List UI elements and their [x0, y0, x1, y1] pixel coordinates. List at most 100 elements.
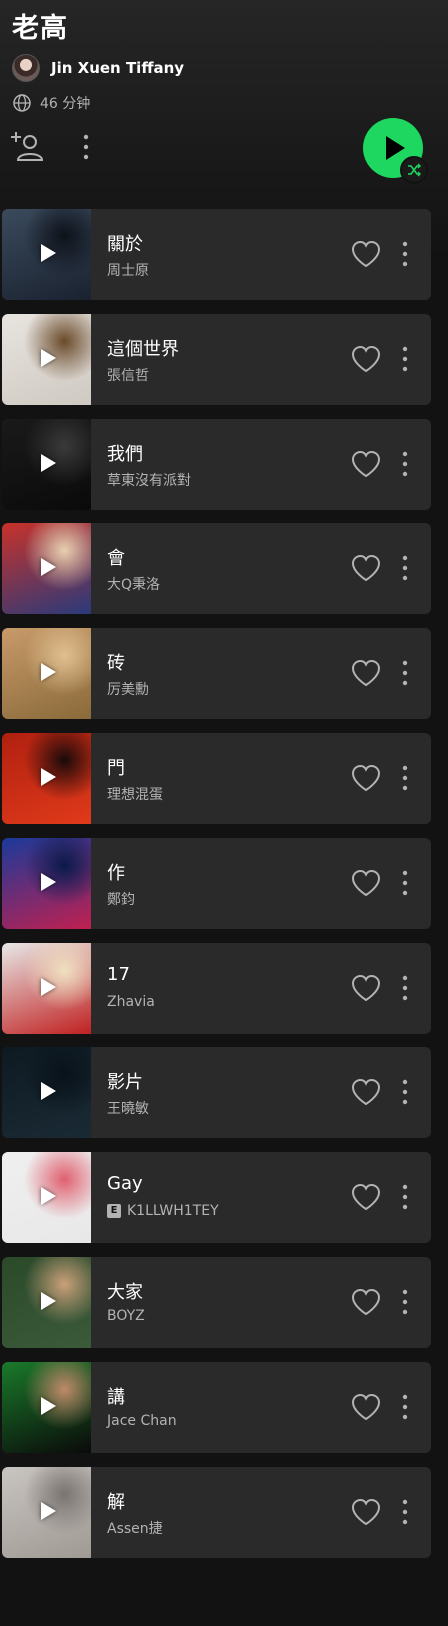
track-row[interactable]: 影片 王曉敏	[2, 1047, 431, 1138]
heart-icon	[351, 1498, 381, 1526]
album-cover[interactable]	[2, 1467, 91, 1558]
play-icon[interactable]	[41, 244, 56, 262]
track-row[interactable]: 門理想混蛋	[2, 733, 431, 824]
like-button[interactable]	[350, 1497, 382, 1527]
owner-name[interactable]: Jin Xuen Tiffany	[51, 59, 184, 77]
album-cover[interactable]	[2, 838, 91, 929]
heart-icon	[351, 554, 381, 582]
play-icon[interactable]	[41, 1397, 56, 1415]
heart-icon	[351, 869, 381, 897]
heart-icon	[351, 659, 381, 687]
track-row[interactable]: 砖厉美勳	[2, 628, 431, 719]
play-icon[interactable]	[41, 1082, 56, 1100]
like-button[interactable]	[350, 1182, 382, 1212]
track-more-button[interactable]	[398, 1390, 412, 1424]
track-more-button[interactable]	[398, 237, 412, 271]
like-button[interactable]	[350, 449, 382, 479]
play-icon[interactable]	[41, 768, 56, 786]
owner-row[interactable]: Jin Xuen Tiffany	[12, 54, 184, 82]
explicit-badge: E	[107, 1204, 121, 1218]
like-button[interactable]	[350, 1392, 382, 1422]
track-artist-name: 周士原	[107, 263, 149, 279]
play-icon[interactable]	[41, 1502, 56, 1520]
track-row[interactable]: 講 Jace Chan	[2, 1362, 431, 1453]
like-button[interactable]	[350, 1077, 382, 1107]
track-more-button[interactable]	[398, 1495, 412, 1529]
shuffle-button[interactable]	[400, 156, 428, 184]
track-more-button[interactable]	[398, 1075, 412, 1109]
play-icon[interactable]	[41, 978, 56, 996]
add-user-button[interactable]	[10, 130, 44, 162]
track-more-button[interactable]	[398, 866, 412, 900]
more-vertical-icon	[402, 1499, 408, 1525]
play-icon[interactable]	[41, 873, 56, 891]
track-artist: 張信哲	[107, 365, 149, 385]
more-options-button[interactable]	[78, 132, 94, 162]
track-more-button[interactable]	[398, 342, 412, 376]
more-vertical-icon	[402, 660, 408, 686]
album-cover[interactable]	[2, 523, 91, 614]
like-button[interactable]	[350, 239, 382, 269]
track-row[interactable]: 17 Zhavia	[2, 943, 431, 1034]
playlist-header: 老高 Jin Xuen Tiffany 46 分钟	[0, 0, 448, 210]
play-icon[interactable]	[41, 558, 56, 576]
more-vertical-icon	[402, 555, 408, 581]
track-row[interactable]: 關於 周士原	[2, 209, 431, 300]
track-row[interactable]: Gay E K1LLWH1TEY	[2, 1152, 431, 1243]
like-button[interactable]	[350, 973, 382, 1003]
play-icon	[386, 136, 405, 160]
avatar[interactable]	[12, 54, 40, 82]
album-cover[interactable]	[2, 314, 91, 405]
album-cover[interactable]	[2, 733, 91, 824]
track-more-button[interactable]	[398, 1285, 412, 1319]
more-vertical-icon	[402, 346, 408, 372]
track-row[interactable]: 會大Q秉洛	[2, 523, 431, 614]
track-more-button[interactable]	[398, 971, 412, 1005]
track-artist-name: Jace Chan	[107, 1413, 177, 1429]
play-icon[interactable]	[41, 349, 56, 367]
play-icon[interactable]	[41, 1292, 56, 1310]
track-artist-name: BOYZ	[107, 1308, 145, 1324]
track-row[interactable]: 我們 草東沒有派對	[2, 419, 431, 510]
like-button[interactable]	[350, 763, 382, 793]
track-more-button[interactable]	[398, 656, 412, 690]
track-more-button[interactable]	[398, 761, 412, 795]
track-artist-name: 鄭鈞	[107, 892, 135, 908]
heart-icon	[351, 1078, 381, 1106]
track-more-button[interactable]	[398, 447, 412, 481]
track-more-button[interactable]	[398, 551, 412, 585]
album-cover[interactable]	[2, 419, 91, 510]
like-button[interactable]	[350, 1287, 382, 1317]
track-artist-name: K1LLWH1TEY	[127, 1203, 219, 1219]
album-cover[interactable]	[2, 209, 91, 300]
track-title: 門	[107, 758, 125, 779]
album-cover[interactable]	[2, 943, 91, 1034]
track-title: 我們	[107, 444, 143, 465]
track-title: 砖	[107, 653, 125, 674]
like-button[interactable]	[350, 344, 382, 374]
track-title: Gay	[107, 1173, 143, 1194]
track-row[interactable]: 大家 BOYZ	[2, 1257, 431, 1348]
album-cover[interactable]	[2, 1152, 91, 1243]
play-icon[interactable]	[41, 663, 56, 681]
like-button[interactable]	[350, 658, 382, 688]
track-title: 講	[107, 1387, 125, 1408]
like-button[interactable]	[350, 868, 382, 898]
album-cover[interactable]	[2, 1362, 91, 1453]
play-icon[interactable]	[41, 454, 56, 472]
more-vertical-icon	[402, 765, 408, 791]
track-more-button[interactable]	[398, 1180, 412, 1214]
track-artist: 周士原	[107, 260, 149, 280]
like-button[interactable]	[350, 553, 382, 583]
album-cover[interactable]	[2, 628, 91, 719]
album-cover[interactable]	[2, 1257, 91, 1348]
track-row[interactable]: 這個世界 張信哲	[2, 314, 431, 405]
track-row[interactable]: 作鄭鈞	[2, 838, 431, 929]
track-artist: Jace Chan	[107, 1413, 177, 1429]
play-icon[interactable]	[41, 1187, 56, 1205]
track-artist: 大Q秉洛	[107, 574, 160, 594]
more-vertical-icon	[83, 134, 89, 160]
globe-icon	[13, 94, 31, 112]
track-row[interactable]: 解 Assen捷	[2, 1467, 431, 1558]
album-cover[interactable]	[2, 1047, 91, 1138]
